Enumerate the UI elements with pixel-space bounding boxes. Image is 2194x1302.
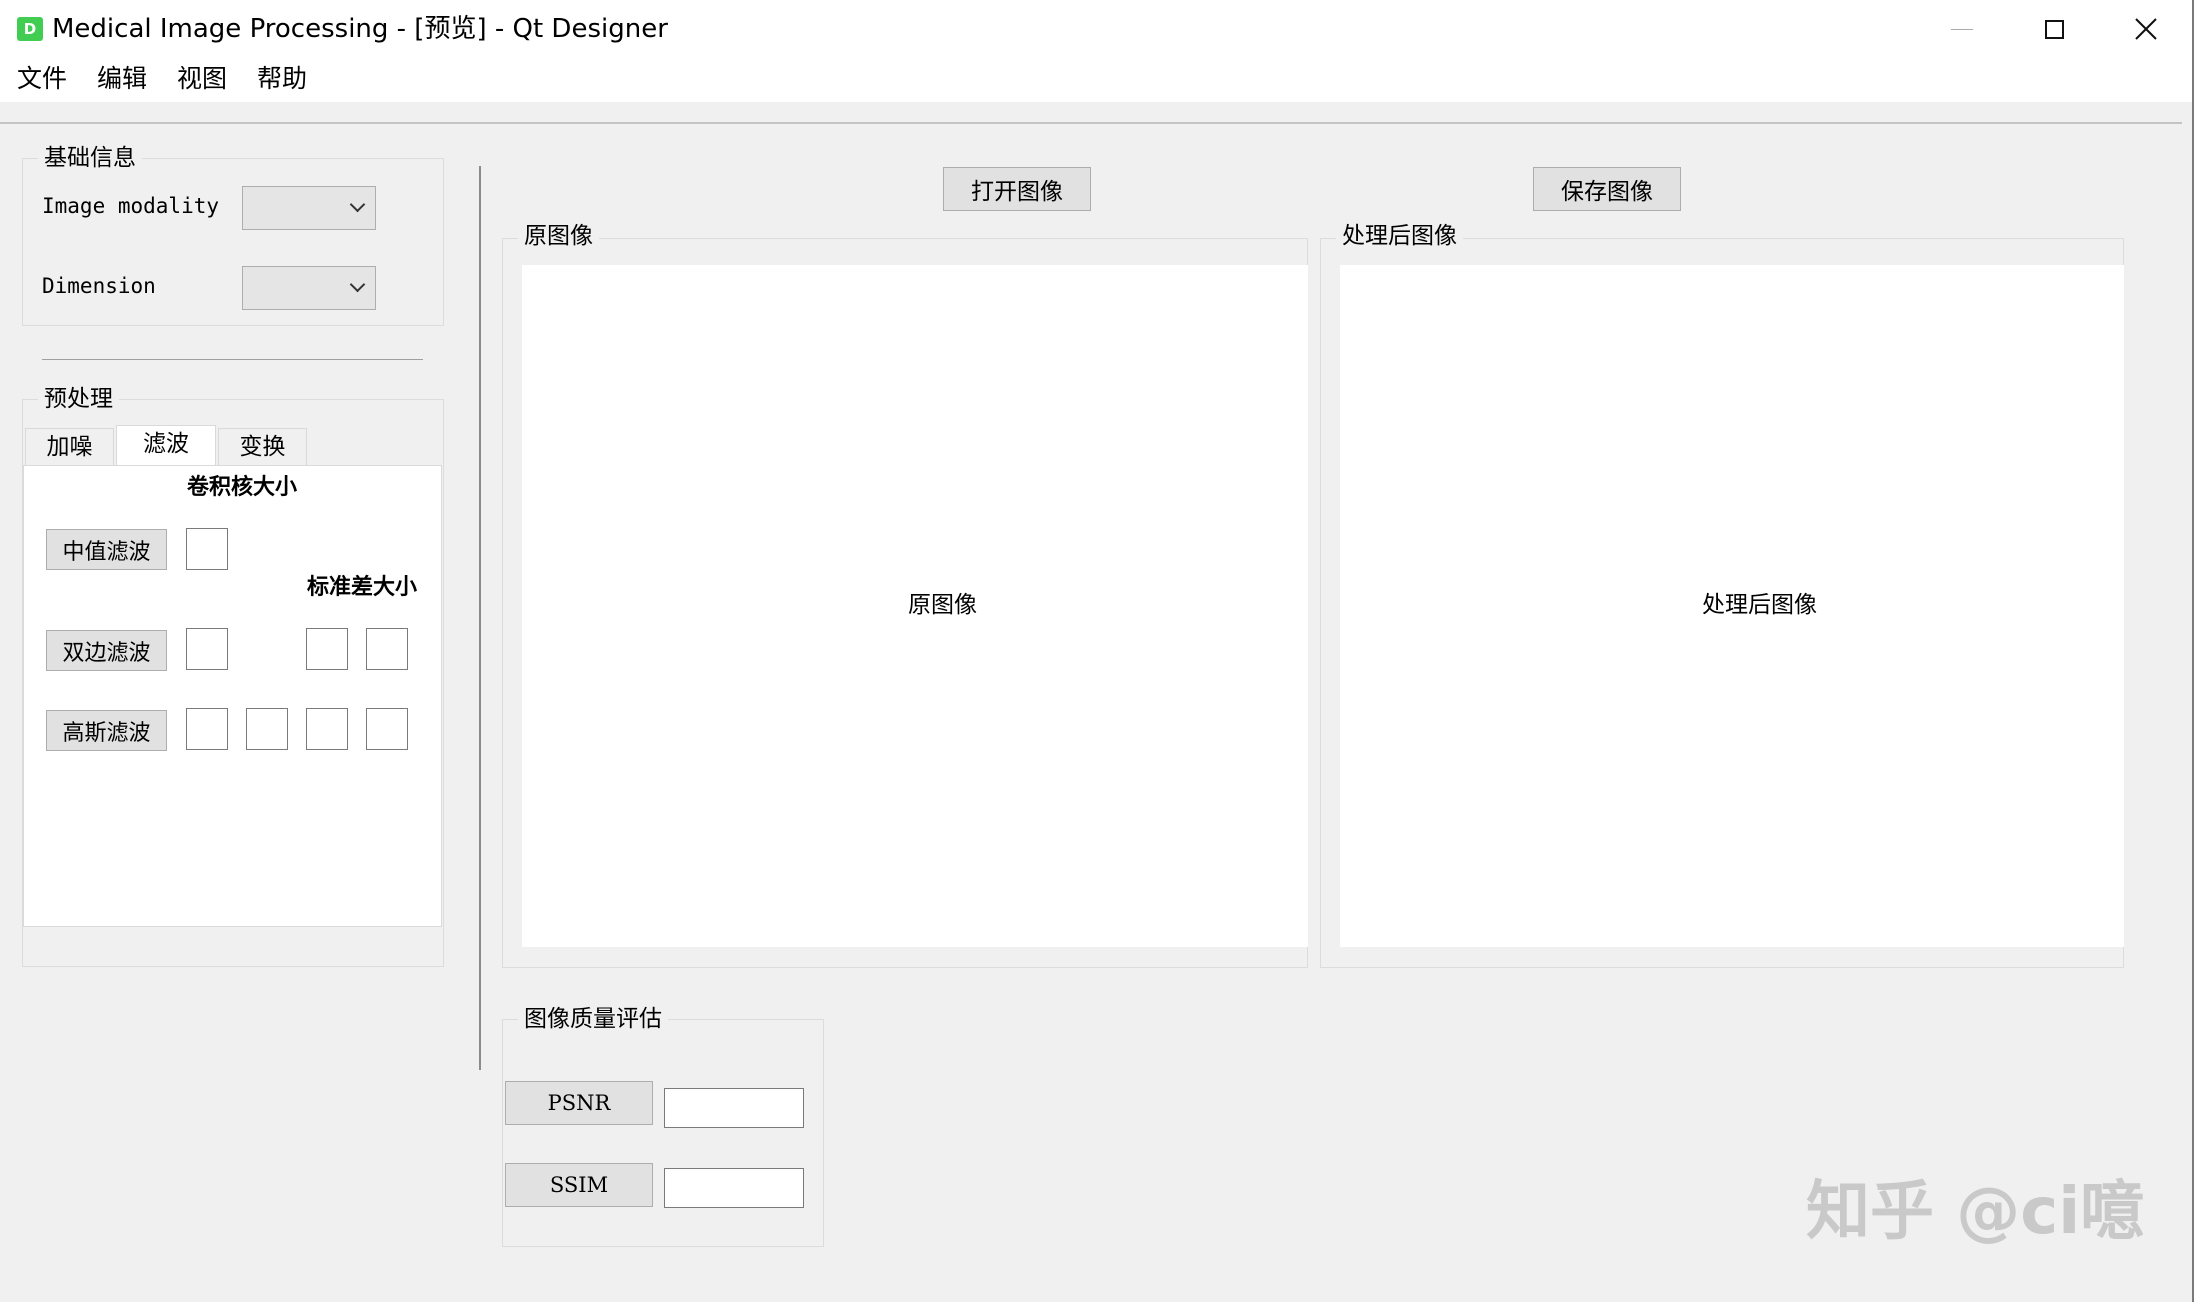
bilateral-std-input-1[interactable] xyxy=(306,628,348,670)
tab-filter[interactable]: 滤波 xyxy=(116,425,216,467)
close-button[interactable] xyxy=(2100,0,2192,58)
open-image-button[interactable]: 打开图像 xyxy=(943,167,1091,211)
gaussian-kernel-input-2[interactable] xyxy=(246,708,288,750)
image-modality-select[interactable] xyxy=(242,186,376,230)
median-kernel-input[interactable] xyxy=(186,528,228,570)
gaussian-kernel-input-1[interactable] xyxy=(186,708,228,750)
menu-help[interactable]: 帮助 xyxy=(257,62,307,96)
dimension-select[interactable] xyxy=(242,266,376,310)
vertical-splitter[interactable] xyxy=(479,166,481,1070)
kernel-size-label: 卷积核大小 xyxy=(187,475,298,500)
gaussian-std-input-1[interactable] xyxy=(306,708,348,750)
maximize-button[interactable] xyxy=(2008,0,2100,58)
zhihu-watermark: 知乎 @ci噫 xyxy=(1806,1175,2145,1249)
median-filter-button[interactable]: 中值滤波 xyxy=(46,529,167,570)
ssim-button[interactable]: SSIM xyxy=(505,1163,653,1207)
dimension-label: Dimension xyxy=(42,274,156,298)
psnr-button[interactable]: PSNR xyxy=(505,1081,653,1125)
gaussian-filter-button[interactable]: 高斯滤波 xyxy=(46,710,167,751)
processed-image-title: 处理后图像 xyxy=(1336,221,1463,251)
original-image-placeholder: 原图像 xyxy=(908,592,977,618)
minimize-icon xyxy=(1951,28,1973,30)
menu-divider xyxy=(0,122,2182,124)
quality-title: 图像质量评估 xyxy=(518,1004,668,1034)
bilateral-filter-button[interactable]: 双边滤波 xyxy=(46,630,167,671)
window-title: Medical Image Processing - [预览] - Qt Des… xyxy=(52,14,668,44)
menu-edit[interactable]: 编辑 xyxy=(97,62,147,96)
image-modality-label: Image modality xyxy=(42,194,220,218)
chevron-down-icon xyxy=(349,276,366,293)
std-size-label: 标准差大小 xyxy=(307,575,418,600)
tab-transform[interactable]: 变换 xyxy=(218,428,307,466)
minimize-button[interactable] xyxy=(1916,0,2008,58)
tab-add-noise[interactable]: 加噪 xyxy=(25,428,114,466)
processed-image-placeholder: 处理后图像 xyxy=(1702,592,1817,618)
maximize-icon xyxy=(2044,19,2064,39)
menu-bar xyxy=(0,58,2194,102)
preprocess-title: 预处理 xyxy=(38,384,119,414)
quality-group xyxy=(502,1019,824,1247)
menu-view[interactable]: 视图 xyxy=(177,62,227,96)
save-image-button[interactable]: 保存图像 xyxy=(1533,167,1681,211)
psnr-value-field[interactable] xyxy=(664,1088,804,1128)
ssim-value-field[interactable] xyxy=(664,1168,804,1208)
close-icon xyxy=(2135,18,2157,40)
original-image-title: 原图像 xyxy=(518,221,599,251)
basic-info-title: 基础信息 xyxy=(38,143,142,173)
qt-designer-icon: D xyxy=(17,17,43,41)
bilateral-kernel-input[interactable] xyxy=(186,628,228,670)
chevron-down-icon xyxy=(349,196,366,213)
bilateral-std-input-2[interactable] xyxy=(366,628,408,670)
menu-file[interactable]: 文件 xyxy=(17,62,67,96)
gaussian-std-input-2[interactable] xyxy=(366,708,408,750)
section-divider xyxy=(42,359,423,360)
